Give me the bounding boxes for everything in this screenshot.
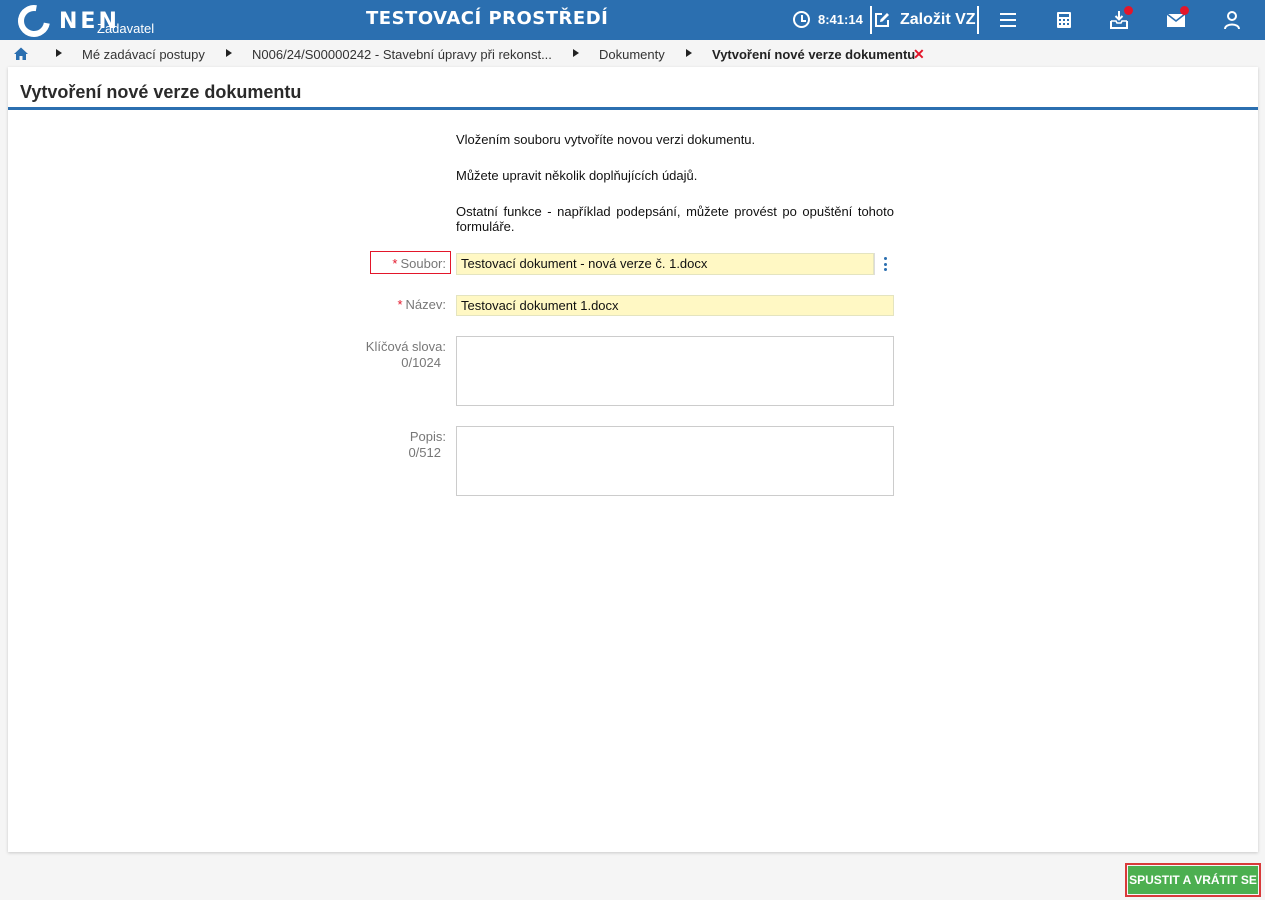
breadcrumb-item-procedures[interactable]: Mé zadávací postupy: [82, 47, 205, 62]
breadcrumb: Mé zadávací postupy N006/24/S00000242 - …: [0, 41, 1265, 67]
edit-icon: [875, 13, 889, 27]
file-label: * Soubor:: [370, 256, 446, 271]
info-text: Vložením souboru vytvoříte novou verzi d…: [456, 132, 756, 147]
file-field[interactable]: Testovací dokument - nová verze č. 1.doc…: [456, 253, 874, 275]
description-label: Popis:: [409, 429, 446, 444]
role-label: Zadavatel: [97, 21, 155, 36]
breadcrumb-item-tender[interactable]: N006/24/S00000242 - Stavební úpravy při …: [252, 47, 552, 62]
description-counter: 0/512: [408, 445, 441, 460]
breadcrumb-arrow-icon: [573, 49, 579, 57]
info-text: Ostatní funkce - například podepsání, mů…: [456, 204, 894, 234]
breadcrumb-arrow-icon: [56, 49, 62, 57]
top-bar: NEN Zadavatel TESTOVACÍ PROSTŘEDÍ 8:41:1…: [0, 0, 1265, 44]
nen-logo-icon: [11, 0, 57, 44]
clock-icon: [793, 11, 810, 28]
more-options-icon[interactable]: [874, 253, 894, 275]
info-text: Můžete upravit několik doplňujících údaj…: [456, 168, 698, 183]
form-panel: Vytvoření nové verze dokumentu Vložením …: [8, 67, 1258, 852]
divider: [977, 6, 979, 34]
divider: [870, 6, 872, 34]
mail-button[interactable]: [1165, 6, 1189, 31]
breadcrumb-arrow-icon: [686, 49, 692, 57]
calculator-icon[interactable]: [1053, 9, 1075, 31]
menu-icon[interactable]: [997, 9, 1019, 31]
session-time: 8:41:14: [818, 12, 863, 27]
breadcrumb-arrow-icon: [226, 49, 232, 57]
run-and-return-label: SPUSTIT A VRÁTIT SE: [1128, 866, 1258, 894]
inbox-download-button[interactable]: [1108, 6, 1133, 31]
notification-badge: [1124, 6, 1133, 15]
create-tender-button[interactable]: Založit VZ: [874, 6, 976, 34]
description-textarea[interactable]: [456, 426, 894, 496]
title-divider: [8, 107, 1258, 110]
user-icon[interactable]: [1221, 9, 1243, 31]
keywords-label: Klíčová slova:: [365, 339, 446, 354]
page-title: Vytvoření nové verze dokumentu: [20, 82, 302, 102]
breadcrumb-item-documents[interactable]: Dokumenty: [599, 47, 665, 62]
keywords-textarea[interactable]: [456, 336, 894, 406]
close-icon[interactable]: ✕: [913, 46, 925, 63]
name-input[interactable]: Testovací dokument 1.docx: [456, 295, 894, 316]
notification-badge: [1180, 6, 1189, 15]
name-label: * Název:: [370, 297, 446, 312]
environment-title: TESTOVACÍ PROSTŘEDÍ: [366, 8, 609, 29]
keywords-counter: 0/1024: [401, 355, 441, 370]
create-tender-label: Založit VZ: [900, 11, 976, 28]
required-mark: *: [392, 256, 398, 271]
name-label-text: Název:: [405, 297, 446, 312]
run-and-return-button[interactable]: SPUSTIT A VRÁTIT SE: [1125, 863, 1261, 897]
required-mark: *: [397, 297, 403, 312]
home-icon[interactable]: [13, 46, 29, 62]
breadcrumb-item-current: Vytvoření nové verze dokumentu: [712, 47, 916, 62]
file-label-text: Soubor:: [400, 256, 446, 271]
